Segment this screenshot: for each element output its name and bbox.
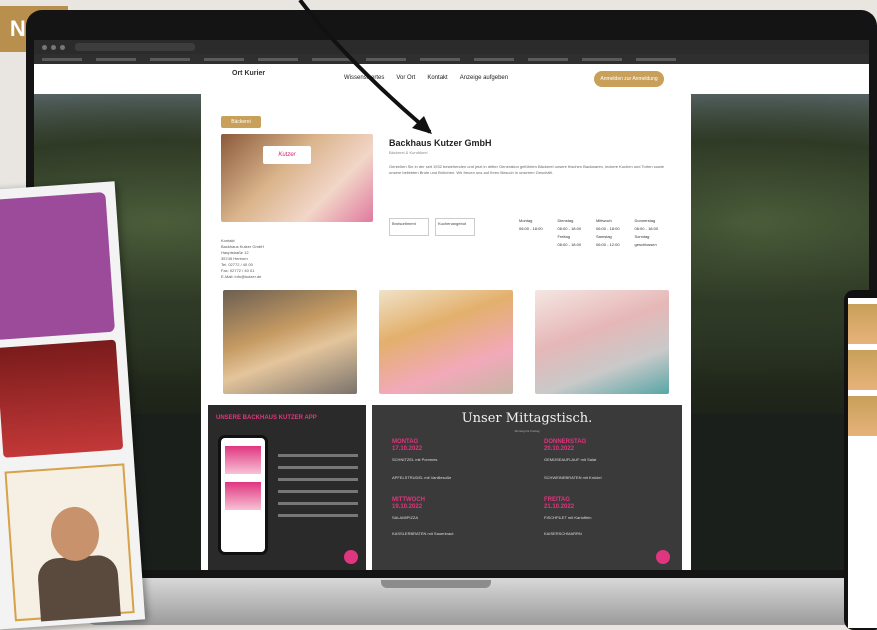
nav-item[interactable]: Wissenswertes: [344, 75, 384, 81]
hours-cell: 06:00 - 12:00: [596, 242, 620, 247]
menu-dish: SALAMIPIZZA: [392, 515, 419, 520]
contact-block: Kontakt Backhaus Kutzer GmbH Hauptstraße…: [221, 238, 376, 280]
company-logo: Kutzer: [263, 146, 311, 164]
window-dot-icon[interactable]: [60, 44, 65, 50]
bookmark[interactable]: [582, 57, 622, 61]
photo-gallery: [223, 290, 669, 394]
hours-cell: Mittwoch: [596, 218, 612, 223]
bookmark[interactable]: [636, 57, 676, 61]
hours-cell: 06:00 - 18:00: [596, 226, 620, 231]
window-dot-icon[interactable]: [51, 44, 56, 50]
browser-chrome: [34, 40, 869, 54]
bookmark[interactable]: [474, 57, 514, 61]
next-arrow-icon[interactable]: [344, 550, 358, 564]
person-face: [49, 505, 101, 563]
hours-cell: [519, 234, 554, 239]
app-phone-image: [218, 435, 268, 555]
bookmark[interactable]: [96, 57, 136, 61]
bookmarks-bar: [34, 54, 869, 64]
menu-day: MONTAG 17.10.2022: [392, 439, 423, 452]
bookmark[interactable]: [420, 57, 460, 61]
laptop-notch: [381, 580, 491, 588]
bookmark[interactable]: [528, 57, 568, 61]
bookmark[interactable]: [42, 57, 82, 61]
opening-hours: Montag Dienstag Mittwoch Donnerstag 06:0…: [519, 218, 669, 247]
info-box[interactable]: Kuchenangebot: [435, 218, 475, 236]
magazine-ad-purple: [0, 191, 115, 341]
hours-cell: Samstag: [596, 234, 612, 239]
address-bar[interactable]: [75, 43, 195, 51]
hours-cell: 06:00 - 18:00: [519, 226, 543, 231]
lunch-menu-subtitle: Montag bis Freitag: [514, 429, 540, 433]
hours-cell: Donnerstag: [634, 218, 656, 223]
nav-item[interactable]: Vor Ort: [396, 75, 415, 81]
app-promo-title: UNSERE BACKHAUS KUTZER APP: [216, 415, 317, 421]
bookmark[interactable]: [258, 57, 298, 61]
gallery-photo[interactable]: [223, 290, 357, 394]
company-subtitle: Bäckerei & Konditorei: [389, 150, 428, 155]
menu-dish: KASSLERBRATEN mit Sauerkraut: [392, 531, 454, 536]
cta-button[interactable]: Anmelden zur Anmeldung: [594, 71, 664, 87]
hours-cell: [519, 242, 554, 247]
lunch-menu-title: Unser Mittagstisch.: [461, 411, 593, 426]
info-box[interactable]: Brotsortiment: [389, 218, 429, 236]
menu-dish: GEMÜSEAUFLAUF mit Salat: [544, 457, 597, 462]
laptop-mockup: Ort Kurier Wissenswertes Vor Ort Kontakt…: [26, 0, 877, 625]
bookmark[interactable]: [366, 57, 406, 61]
laptop-screen: Ort Kurier Wissenswertes Vor Ort Kontakt…: [34, 40, 869, 570]
contact-line[interactable]: E-Mail: info@kutzer.de: [221, 274, 376, 280]
gallery-photo[interactable]: [535, 290, 669, 394]
menu-dish: KAISERSCHMARRN: [544, 531, 582, 536]
site-logo[interactable]: Ort Kurier: [232, 70, 265, 77]
window-dot-icon[interactable]: [42, 44, 47, 50]
magazine-ad-red: [0, 339, 124, 458]
main-nav: Wissenswertes Vor Ort Kontakt Anzeige au…: [344, 75, 508, 81]
next-arrow-icon[interactable]: [656, 550, 670, 564]
menu-day: FREITAG 21.10.2022: [544, 497, 575, 510]
person-body: [36, 554, 121, 622]
lunch-menu-panel: Unser Mittagstisch. Montag bis Freitag M…: [372, 405, 682, 570]
menu-dish: SCHWEINEBRATEN mit Knödel: [544, 475, 602, 480]
bookmark[interactable]: [312, 57, 352, 61]
company-name: Backhaus Kutzer GmbH: [389, 138, 492, 148]
site-header: Ort Kurier Wissenswertes Vor Ort Kontakt…: [34, 64, 869, 94]
hours-cell: Freitag: [557, 234, 570, 239]
app-feature-list: [278, 445, 358, 526]
hours-cell: 06:00 - 18:00: [557, 226, 582, 231]
hero-image: Kutzer: [221, 134, 373, 222]
nav-item[interactable]: Kontakt: [427, 75, 447, 81]
hours-cell: geschlossen: [634, 242, 657, 247]
menu-day: DONNERSTAG 20.10.2022: [544, 439, 587, 452]
menu-dish: SCHNITZEL mit Pommes: [392, 457, 438, 462]
menu-day: MITTWOCH 19.10.2022: [392, 497, 425, 510]
info-boxes: Brotsortiment Kuchenangebot: [389, 218, 475, 236]
smartphone-mockup: [844, 290, 877, 630]
hours-cell: Sonntag: [634, 234, 650, 239]
category-tag[interactable]: Bäckerei: [221, 116, 261, 128]
hours-cell: 06:00 - 18:00: [634, 226, 659, 231]
hours-cell: 06:00 - 18:00: [557, 242, 582, 247]
nav-item[interactable]: Anzeige aufgeben: [460, 75, 508, 81]
gallery-photo[interactable]: [379, 290, 513, 394]
bookmark[interactable]: [204, 57, 244, 61]
menu-dish: FISCHFILET mit Kartoffeln: [544, 515, 592, 520]
bookmark[interactable]: [150, 57, 190, 61]
app-promo-panel: UNSERE BACKHAUS KUTZER APP: [208, 405, 366, 570]
smartphone-screen: [848, 298, 877, 628]
menu-dish: APFELSTRUDEL mit Vanillesoße: [392, 475, 452, 480]
hours-cell: Dienstag: [557, 218, 574, 223]
magazine-ad-portrait: [4, 463, 135, 622]
hours-cell: Montag: [519, 218, 533, 223]
company-description: Genießen Sie in der seit 1932 bestehende…: [389, 164, 664, 175]
